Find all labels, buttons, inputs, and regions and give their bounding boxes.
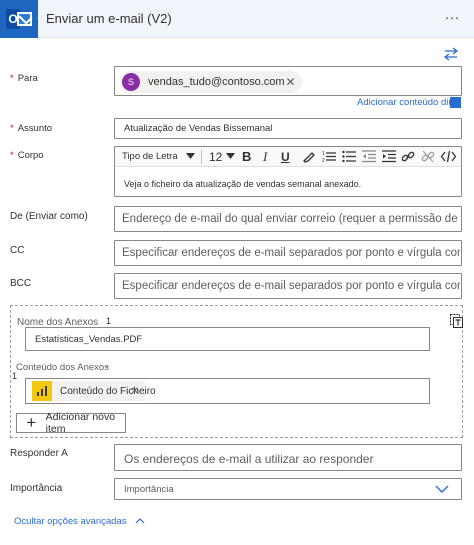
importance-label: Importância: [10, 483, 63, 494]
cc-placeholder: Especificar endereços de e-mail separado…: [122, 247, 460, 259]
code-view-icon[interactable]: [441, 150, 456, 163]
hide-advanced-options-link[interactable]: Ocultar opções avançadas: [14, 516, 145, 527]
from-placeholder: Endereço de e-mail do qual enviar correi…: [122, 213, 460, 225]
attachment-name-field[interactable]: Estatísticas_Vendas.PDF: [25, 327, 430, 351]
cc-label: CC: [10, 245, 25, 256]
file-content-token[interactable]: Conteúdo do Ficheiro ✕: [32, 381, 156, 401]
attachment-content-label: Conteúdo dos Anexos: [16, 362, 109, 373]
highlight-pen-icon[interactable]: [302, 150, 315, 163]
recipient-chip[interactable]: S vendas_tudo@contoso.com ✕: [120, 71, 302, 93]
subject-field[interactable]: Atualização de Vendas Bissemanal: [114, 118, 462, 139]
remove-recipient-icon[interactable]: ✕: [286, 75, 296, 89]
font-family-dropdown-icon[interactable]: [186, 153, 195, 159]
bcc-field[interactable]: Especificar endereços de e-mail separado…: [114, 273, 462, 299]
body-text: Veja o ficheiro da atualização de vendas…: [124, 179, 362, 189]
power-bi-icon: [32, 381, 52, 401]
body-editor[interactable]: Tipo de Letra 12 B I U 12 Veja o ficheir…: [114, 146, 462, 197]
file-content-token-label: Conteúdo do Ficheiro: [60, 385, 156, 397]
attachment-name-index: 1: [106, 316, 112, 326]
body-label: * Corpo: [10, 150, 44, 161]
remove-token-icon[interactable]: ✕: [131, 386, 139, 397]
subject-value: Atualização de Vendas Bissemanal: [124, 123, 273, 134]
add-new-item-button[interactable]: + Adicionar novo item: [16, 411, 126, 435]
dynamic-content-badge-icon[interactable]: [450, 97, 461, 108]
chevron-down-icon[interactable]: [435, 485, 449, 493]
switch-to-array-input-icon[interactable]: [450, 314, 463, 328]
font-size-dropdown-icon[interactable]: [226, 153, 235, 159]
bold-icon[interactable]: B: [242, 149, 251, 165]
swap-arrows-icon[interactable]: [443, 47, 459, 61]
italic-icon[interactable]: I: [263, 149, 267, 165]
add-dynamic-content-link[interactable]: Adicionar conteúdo dinâmico: [357, 97, 451, 108]
font-family-select[interactable]: Tipo de Letra: [122, 149, 178, 165]
add-new-item-label: Adicionar novo item: [45, 411, 116, 435]
decrease-indent-icon[interactable]: [362, 150, 376, 163]
svg-text:2: 2: [322, 158, 325, 163]
toolbar-divider: [201, 150, 202, 164]
attachment-content-index: 1: [12, 371, 18, 381]
avatar: S: [122, 73, 140, 91]
importance-dropdown[interactable]: Importância: [114, 478, 462, 500]
importance-placeholder: Importância: [124, 484, 174, 495]
bcc-label: BCC: [10, 278, 32, 289]
cc-field[interactable]: Especificar endereços de e-mail separado…: [114, 240, 462, 266]
underline-icon[interactable]: U: [281, 149, 290, 165]
attachment-content-field[interactable]: Conteúdo do Ficheiro ✕: [25, 378, 430, 404]
to-field[interactable]: S vendas_tudo@contoso.com ✕: [114, 66, 462, 96]
font-size-select[interactable]: 12: [209, 149, 222, 165]
reply-to-placeholder: Os endereços de e-mail a utilizar ao res…: [124, 452, 374, 466]
plus-icon: +: [26, 413, 37, 432]
more-options-icon[interactable]: …: [444, 6, 461, 24]
subject-label: * Assunto: [10, 123, 53, 134]
bcc-placeholder: Especificar endereços de e-mail separado…: [122, 280, 460, 292]
outlook-icon: O: [0, 0, 38, 38]
bullet-list-icon[interactable]: [342, 150, 356, 163]
numbered-list-icon[interactable]: 12: [322, 150, 336, 163]
chevron-up-icon: [135, 518, 145, 524]
hide-advanced-options-label: Ocultar opções avançadas: [14, 516, 127, 527]
attachment-content-dash: -: [106, 361, 109, 371]
reply-to-label: Responder A: [10, 448, 68, 459]
link-icon[interactable]: [401, 150, 415, 163]
action-header[interactable]: O Enviar um e-mail (V2) …: [0, 0, 474, 38]
svg-text:1: 1: [322, 151, 325, 157]
action-title[interactable]: Enviar um e-mail (V2): [46, 11, 172, 26]
recipient-email: vendas_tudo@contoso.com: [148, 76, 285, 88]
unlink-icon[interactable]: [421, 150, 435, 163]
reply-to-field[interactable]: Os endereços de e-mail a utilizar ao res…: [114, 444, 462, 471]
attachment-name-value: Estatísticas_Vendas.PDF: [35, 334, 143, 345]
from-label: De (Enviar como): [10, 211, 88, 222]
from-field[interactable]: Endereço de e-mail do qual enviar correi…: [114, 206, 462, 232]
rich-text-toolbar: Tipo de Letra 12 B I U 12: [115, 147, 461, 167]
increase-indent-icon[interactable]: [382, 150, 396, 163]
to-label: * Para: [10, 73, 38, 84]
